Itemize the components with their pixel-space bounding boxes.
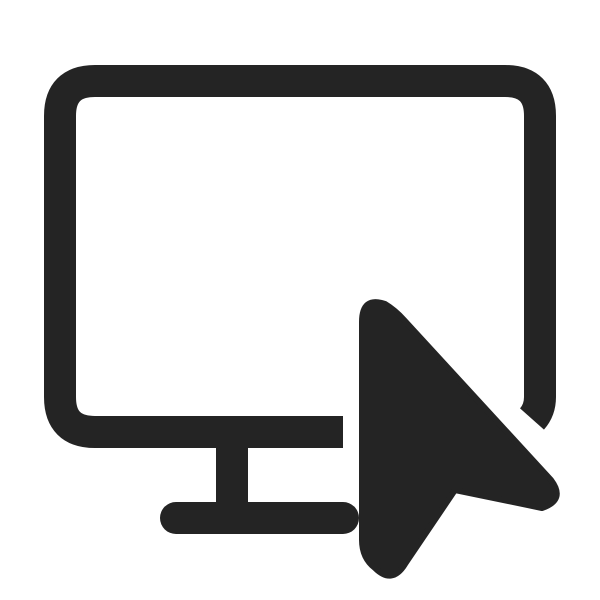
desktop-cursor-icon <box>44 65 560 579</box>
monitor-screen-outline <box>44 65 556 448</box>
icon-canvas <box>0 0 600 600</box>
monitor-stand-neck <box>216 432 248 504</box>
